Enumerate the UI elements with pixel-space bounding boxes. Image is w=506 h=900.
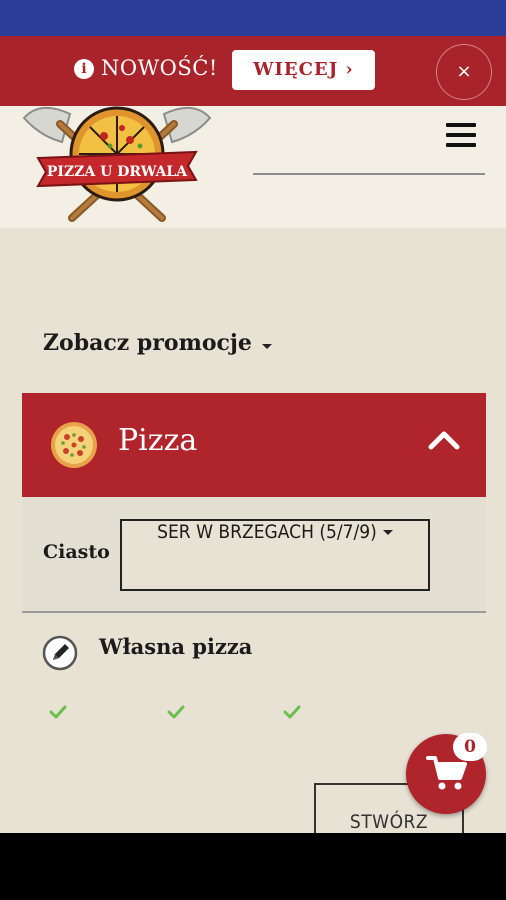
- navigation-bar: [0, 833, 506, 900]
- divider: [253, 173, 485, 175]
- logo[interactable]: PIZZA U DRWALA: [22, 106, 212, 224]
- info-icon: i: [74, 59, 94, 79]
- check-icon: [49, 705, 67, 719]
- product-title[interactable]: Własna pizza: [99, 634, 252, 659]
- category-header-pizza[interactable]: Pizza: [22, 393, 486, 497]
- dough-label: Ciasto: [43, 541, 110, 563]
- check-icon: [283, 705, 301, 719]
- pizza-icon: [51, 422, 97, 468]
- status-bar: [0, 0, 506, 36]
- check-icon: [167, 705, 185, 719]
- site-header: PIZZA U DRWALA: [0, 106, 506, 228]
- logo-text: PIZZA U DRWALA: [47, 164, 188, 180]
- dough-selected-value: SER W BRZEGACH (5/7/9): [157, 521, 377, 543]
- promo-text: NOWOŚĆ!: [101, 56, 218, 80]
- promotions-link[interactable]: Zobacz promocje: [43, 330, 252, 356]
- caret-down-icon: [382, 530, 393, 535]
- close-button[interactable]: ×: [436, 44, 492, 100]
- caret-down-icon[interactable]: [262, 344, 272, 349]
- promo-banner: i NOWOŚĆ! WIĘCEJ › ×: [0, 36, 506, 106]
- cart-count-badge: 0: [453, 733, 487, 761]
- chevron-up-icon[interactable]: [427, 429, 461, 451]
- more-button[interactable]: WIĘCEJ ›: [232, 50, 375, 90]
- hamburger-menu-icon[interactable]: [446, 123, 476, 149]
- dough-select[interactable]: SER W BRZEGACH (5/7/9): [120, 519, 430, 591]
- dough-selector-row: Ciasto SER W BRZEGACH (5/7/9): [22, 497, 486, 613]
- pencil-icon: [42, 635, 78, 671]
- category-title: Pizza: [118, 423, 198, 458]
